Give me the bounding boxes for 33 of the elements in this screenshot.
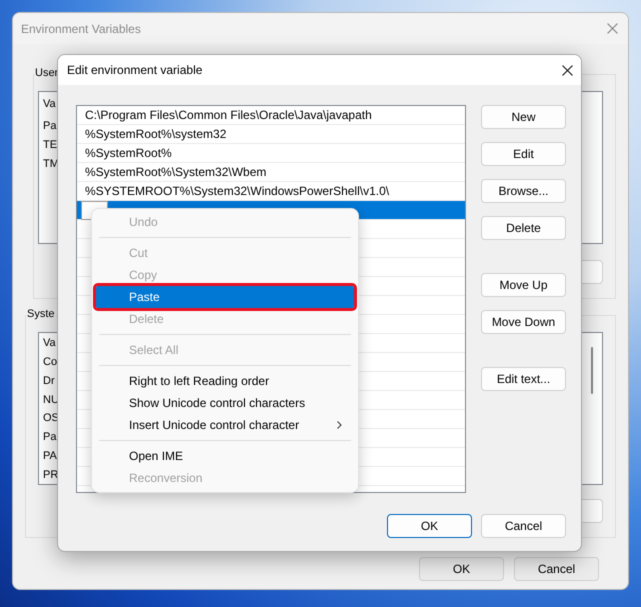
dialog-button[interactable]: OK <box>387 514 472 538</box>
list-cell-text: PR <box>43 468 58 483</box>
menu-item[interactable]: Open IME <box>96 445 354 467</box>
list-cell-text: TE <box>43 138 58 152</box>
dialog-button[interactable]: Browse... <box>481 179 566 203</box>
close-icon <box>562 64 572 76</box>
column-header: Va <box>43 336 56 351</box>
dialog-button[interactable]: Cancel <box>481 514 566 538</box>
dialog-button[interactable]: Edit text... <box>481 367 566 391</box>
list-cell-text: Pa <box>43 118 56 134</box>
dialog-button[interactable]: Delete <box>481 216 566 240</box>
dialog-button[interactable]: Move Down <box>481 310 566 334</box>
dialog-button[interactable]: Cancel <box>514 557 599 581</box>
list-cell-text: Dr <box>43 374 55 389</box>
dialog-title: Edit environment variable <box>67 63 202 77</box>
close-icon <box>606 23 618 34</box>
dialog-button[interactable]: OK <box>419 557 504 581</box>
menu-item[interactable]: Paste <box>96 286 354 308</box>
dialog-button[interactable]: Move Up <box>481 273 566 297</box>
list-cell-text: Co <box>43 355 58 370</box>
menu-item[interactable]: Show Unicode control characters <box>96 392 354 414</box>
menu-item[interactable]: Insert Unicode control character <box>96 414 354 436</box>
list-cell-text: PA <box>43 448 57 464</box>
group-label: Syste <box>26 308 56 320</box>
dialog-button[interactable]: New <box>481 105 566 129</box>
menu-item[interactable]: Right to left Reading order <box>96 370 354 392</box>
chevron-right-icon <box>337 421 342 429</box>
list-cell-text: Pa <box>43 430 56 446</box>
dialog-button[interactable]: Edit <box>481 142 566 166</box>
group-label: User <box>34 67 60 79</box>
window-title: Environment Variables <box>21 22 141 36</box>
column-header: Va <box>43 97 56 112</box>
scrollbar-thumb[interactable] <box>591 347 593 394</box>
